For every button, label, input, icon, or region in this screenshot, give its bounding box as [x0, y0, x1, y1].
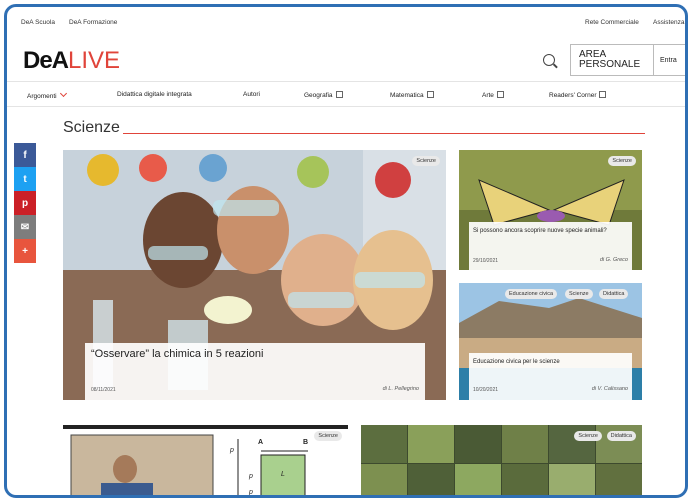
- tag-didattica[interactable]: Didattica: [599, 289, 629, 299]
- side-article-1-info: Si possono ancora scoprire nuove specie …: [469, 222, 632, 270]
- tag-didattica[interactable]: Didattica: [606, 431, 636, 441]
- nav-item-readers-corner[interactable]: Readers' Corner: [549, 91, 607, 99]
- nav-readers-label: Readers' Corner: [549, 92, 597, 99]
- area-personale-button[interactable]: AREA PERSONALE Entra: [570, 44, 685, 76]
- diagram-label-p: p: [230, 447, 234, 454]
- diagram-label-b: B: [303, 439, 309, 446]
- chevron-down-icon: [59, 89, 67, 98]
- external-link-icon: [335, 91, 343, 98]
- nav-item-matematica[interactable]: Matematica: [390, 91, 434, 99]
- nav-matematica-label: Matematica: [390, 92, 424, 99]
- diagram-label-a: A: [258, 439, 264, 446]
- nav-argomenti-label: Argomenti: [27, 93, 57, 100]
- area-personale-label: AREA PERSONALE: [571, 50, 653, 70]
- side-article-card-2[interactable]: Educazione civica Scienze Didattica Educ…: [459, 283, 642, 400]
- nav-item-arte[interactable]: Arte: [482, 91, 504, 99]
- nav-item-autori[interactable]: Autori: [243, 91, 260, 98]
- bottom-article-card-1[interactable]: p A B p L p Scienze: [63, 425, 348, 496]
- area-line2: PERSONALE: [579, 59, 641, 70]
- side-article-2-author: di V. Calissano: [591, 386, 628, 392]
- external-link-icon: [599, 91, 607, 98]
- diagram-label-p2: p: [249, 473, 253, 480]
- side-article-1-date: 29/10/2021: [473, 258, 499, 264]
- main-nav: Argomenti Didattica digitale integrata A…: [7, 81, 685, 107]
- diagram-label-p3: p: [249, 489, 253, 496]
- side-article-2-date: 10/20/2021: [473, 387, 499, 393]
- browser-frame: DeA Scuola DeA Formazione Rete Commercia…: [4, 4, 688, 498]
- nav-arte-label: Arte: [482, 92, 494, 99]
- plus-icon[interactable]: +: [14, 239, 36, 263]
- bottom-article-card-2[interactable]: Scienze Didattica: [361, 425, 642, 495]
- site-header: DeALIVE AREA PERSONALE Entra: [7, 37, 685, 81]
- main-article-date: 08/11/2021: [91, 387, 116, 393]
- tag-scienze[interactable]: Scienze: [314, 431, 342, 441]
- mail-icon[interactable]: ✉: [14, 215, 36, 239]
- link-assistenza[interactable]: Assistenza: [653, 19, 684, 26]
- twitter-icon[interactable]: t: [14, 167, 36, 191]
- main-article-card[interactable]: Scienze “Osservare” la chimica in 5 reaz…: [63, 150, 446, 400]
- social-share-bar: f t p ✉ +: [14, 143, 36, 263]
- main-article-author: di L. Pellegrino: [382, 386, 419, 392]
- facebook-icon[interactable]: f: [14, 143, 36, 167]
- side-article-card-1[interactable]: Scienze Si possono ancora scoprire nuove…: [459, 150, 642, 270]
- tag-scienze[interactable]: Scienze: [608, 156, 636, 166]
- external-link-icon: [496, 91, 504, 98]
- tag-scienze[interactable]: Scienze: [565, 289, 593, 299]
- top-utility-bar: DeA Scuola DeA Formazione Rete Commercia…: [7, 7, 685, 37]
- link-dea-formazione[interactable]: DeA Formazione: [69, 19, 117, 26]
- link-dea-scuola[interactable]: DeA Scuola: [21, 19, 55, 26]
- section-title: Scienze: [63, 119, 120, 136]
- side-article-1-author: di G. Greco: [599, 257, 628, 263]
- link-rete-commerciale[interactable]: Rete Commerciale: [585, 19, 639, 26]
- nav-item-didattica[interactable]: Didattica digitale integrata: [117, 91, 192, 98]
- logo-live: LIVE: [68, 47, 121, 74]
- dealive-logo[interactable]: DeALIVE: [23, 47, 120, 75]
- search-icon[interactable]: [543, 54, 555, 66]
- main-article-info: “Osservare” la chimica in 5 reazioni 08/…: [85, 343, 425, 400]
- side-article-1-title[interactable]: Si possono ancora scoprire nuove specie …: [473, 227, 623, 235]
- side-article-2-title[interactable]: Educazione civica per le scienze: [473, 359, 560, 365]
- tag-scienze[interactable]: Scienze: [574, 431, 602, 441]
- pinterest-icon[interactable]: p: [14, 191, 36, 215]
- nav-argomenti[interactable]: Argomenti: [27, 89, 67, 100]
- tag-scienze[interactable]: Scienze: [412, 156, 440, 166]
- logo-dea: DeA: [23, 47, 69, 74]
- main-article-title[interactable]: “Osservare” la chimica in 5 reazioni: [91, 348, 263, 360]
- nav-geografia-label: Geografia: [304, 92, 333, 99]
- section-divider: [123, 133, 645, 134]
- tag-educazione-civica[interactable]: Educazione civica: [505, 289, 558, 299]
- external-link-icon: [426, 91, 434, 98]
- diagram-label-l: L: [281, 471, 285, 478]
- login-button[interactable]: Entra: [653, 45, 683, 75]
- nav-item-geografia[interactable]: Geografia: [304, 91, 343, 99]
- side-article-2-info: Educazione civica per le scienze 10/20/2…: [469, 353, 632, 400]
